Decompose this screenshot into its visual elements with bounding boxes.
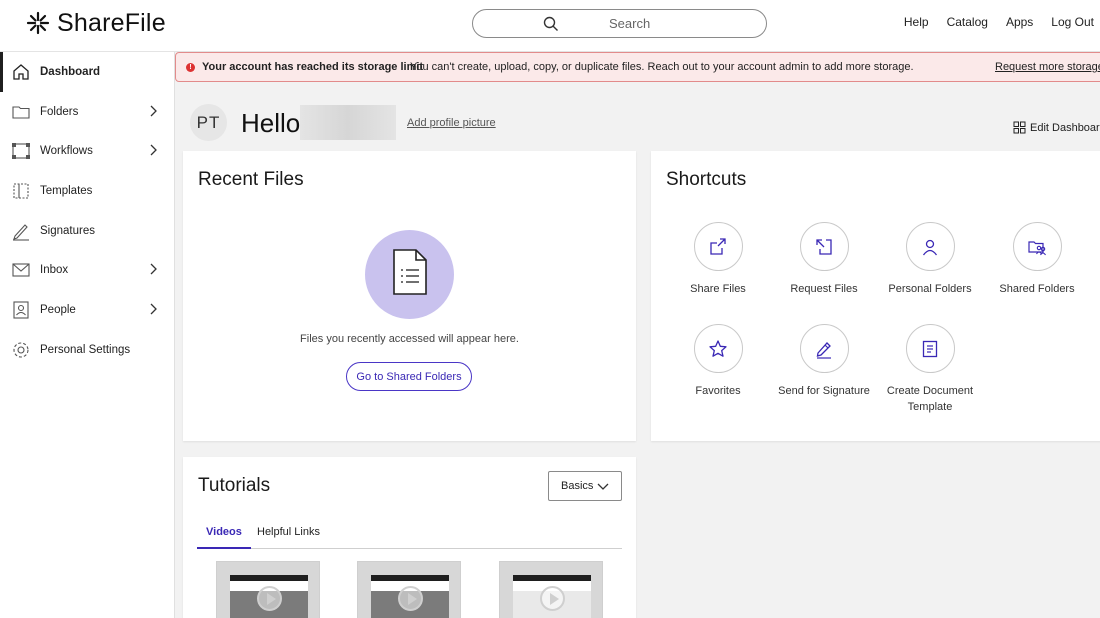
add-profile-picture-link[interactable]: Add profile picture (407, 117, 496, 129)
logout-link[interactable]: Log Out (1051, 15, 1094, 29)
sidebar-item-label: Signatures (40, 224, 95, 237)
sidebar-item-label: Folders (40, 105, 79, 118)
search-input[interactable]: Search (472, 9, 767, 38)
empty-state-illustration (365, 230, 454, 319)
sidebar: Dashboard Folders Workflows Templates Si… (0, 52, 175, 618)
sidebar-item-dashboard[interactable]: Dashboard (0, 52, 174, 92)
search-icon (543, 16, 558, 31)
go-to-shared-folders-button[interactable]: Go to Shared Folders (346, 362, 472, 391)
folder-icon (12, 106, 30, 119)
redacted-username (300, 105, 396, 140)
catalog-link[interactable]: Catalog (947, 15, 988, 29)
chevron-right-icon (150, 144, 157, 156)
tutorials-card: Tutorials Basics Videos Helpful Links (183, 457, 636, 618)
document-icon (922, 340, 938, 357)
chevron-right-icon (150, 105, 157, 117)
play-icon (257, 586, 282, 611)
share-icon (710, 237, 726, 255)
shortcuts-card: Shortcuts Share Files Request Files Pers… (651, 151, 1100, 441)
inbox-icon (12, 263, 30, 277)
shortcut-shared-folders[interactable]: Shared Folders (982, 222, 1092, 297)
video-thumbnail[interactable] (216, 561, 320, 618)
sidebar-item-label: Workflows (40, 145, 93, 158)
sidebar-item-label: Dashboard (40, 65, 101, 78)
shared-folder-icon (1028, 240, 1046, 255)
shortcut-label: Favorites (695, 385, 741, 397)
recent-files-title: Recent Files (198, 169, 304, 190)
signature-icon (13, 223, 29, 241)
sidebar-item-folders[interactable]: Folders (0, 92, 174, 132)
shortcut-label: Create Document Template (886, 385, 974, 413)
shortcut-label: Shared Folders (999, 283, 1075, 295)
template-icon (13, 183, 29, 199)
edit-dashboard-button[interactable]: Edit Dashboard (1013, 121, 1100, 134)
top-nav: Help Catalog Apps Log Out (904, 15, 1094, 29)
avatar[interactable]: PT (190, 104, 227, 141)
grid-icon (1013, 121, 1026, 134)
video-thumbnail[interactable] (499, 561, 603, 618)
brand-name: ShareFile (57, 8, 166, 37)
sidebar-item-label: Templates (40, 184, 93, 197)
play-icon (398, 586, 423, 611)
shortcut-label: Share Files (690, 283, 746, 295)
chevron-right-icon (150, 263, 157, 275)
top-bar: ShareFile Search Help Catalog Apps Log O… (0, 0, 1100, 52)
shortcuts-title: Shortcuts (666, 169, 747, 190)
sidebar-item-label: People (40, 303, 76, 316)
storage-alert-banner: ! Your account has reached its storage l… (175, 52, 1100, 82)
tutorials-title: Tutorials (198, 475, 271, 496)
people-icon (13, 301, 29, 319)
sidebar-item-inbox[interactable]: Inbox (0, 250, 174, 290)
edit-dashboard-label: Edit Dashboard (1030, 121, 1100, 134)
shortcut-label: Personal Folders (888, 283, 972, 295)
shortcut-favorites[interactable]: Favorites (663, 324, 773, 399)
settings-gear-icon (13, 342, 29, 358)
shortcut-request-files[interactable]: Request Files (769, 222, 879, 297)
person-icon (922, 239, 938, 255)
apps-link[interactable]: Apps (1006, 15, 1033, 29)
tutorial-level-select[interactable]: Basics (548, 471, 622, 501)
chevron-right-icon (150, 303, 157, 315)
sidebar-item-templates[interactable]: Templates (0, 171, 174, 211)
sidebar-item-signatures[interactable]: Signatures (0, 211, 174, 251)
search-placeholder: Search (609, 16, 651, 31)
shortcut-share-files[interactable]: Share Files (663, 222, 773, 297)
shortcut-create-document-template[interactable]: Create Document Template (875, 324, 985, 415)
request-icon (816, 238, 832, 255)
shortcut-personal-folders[interactable]: Personal Folders (875, 222, 985, 297)
sharefile-logo[interactable]: ShareFile (26, 9, 166, 37)
play-icon (540, 586, 565, 611)
sidebar-item-workflows[interactable]: Workflows (0, 131, 174, 171)
sidebar-item-label: Inbox (40, 264, 69, 277)
request-storage-link[interactable]: Request more storage (995, 61, 1100, 73)
sidebar-item-label: Personal Settings (40, 343, 131, 356)
greeting-hello: Hello (241, 108, 301, 138)
empty-state-text: Files you recently accessed will appear … (300, 333, 519, 345)
alert-message: You can't create, upload, copy, or dupli… (410, 61, 914, 73)
sidebar-item-people[interactable]: People (0, 290, 174, 330)
alert-title: Your account has reached its storage lim… (202, 61, 424, 73)
sharefile-logo-icon (26, 11, 50, 35)
sidebar-item-personal-settings[interactable]: Personal Settings (0, 330, 174, 370)
tutorial-level-value: Basics (561, 480, 594, 492)
tutorial-tabs: Videos Helpful Links (197, 523, 622, 549)
shortcut-send-for-signature[interactable]: Send for Signature (769, 324, 879, 399)
tab-videos[interactable]: Videos (197, 526, 251, 549)
shortcut-label: Send for Signature (778, 385, 870, 397)
tab-helpful-links[interactable]: Helpful Links (248, 526, 329, 549)
pen-icon (816, 341, 831, 359)
recent-files-card: Recent Files Files you recently accessed… (183, 151, 636, 441)
workflow-icon (12, 143, 30, 160)
alert-icon: ! (186, 63, 195, 72)
home-icon (13, 64, 29, 80)
document-icon (393, 249, 427, 295)
shortcut-label: Request Files (790, 283, 858, 295)
chevron-down-icon (597, 483, 609, 490)
star-icon (709, 339, 727, 357)
video-thumbnail[interactable] (357, 561, 461, 618)
help-link[interactable]: Help (904, 15, 929, 29)
